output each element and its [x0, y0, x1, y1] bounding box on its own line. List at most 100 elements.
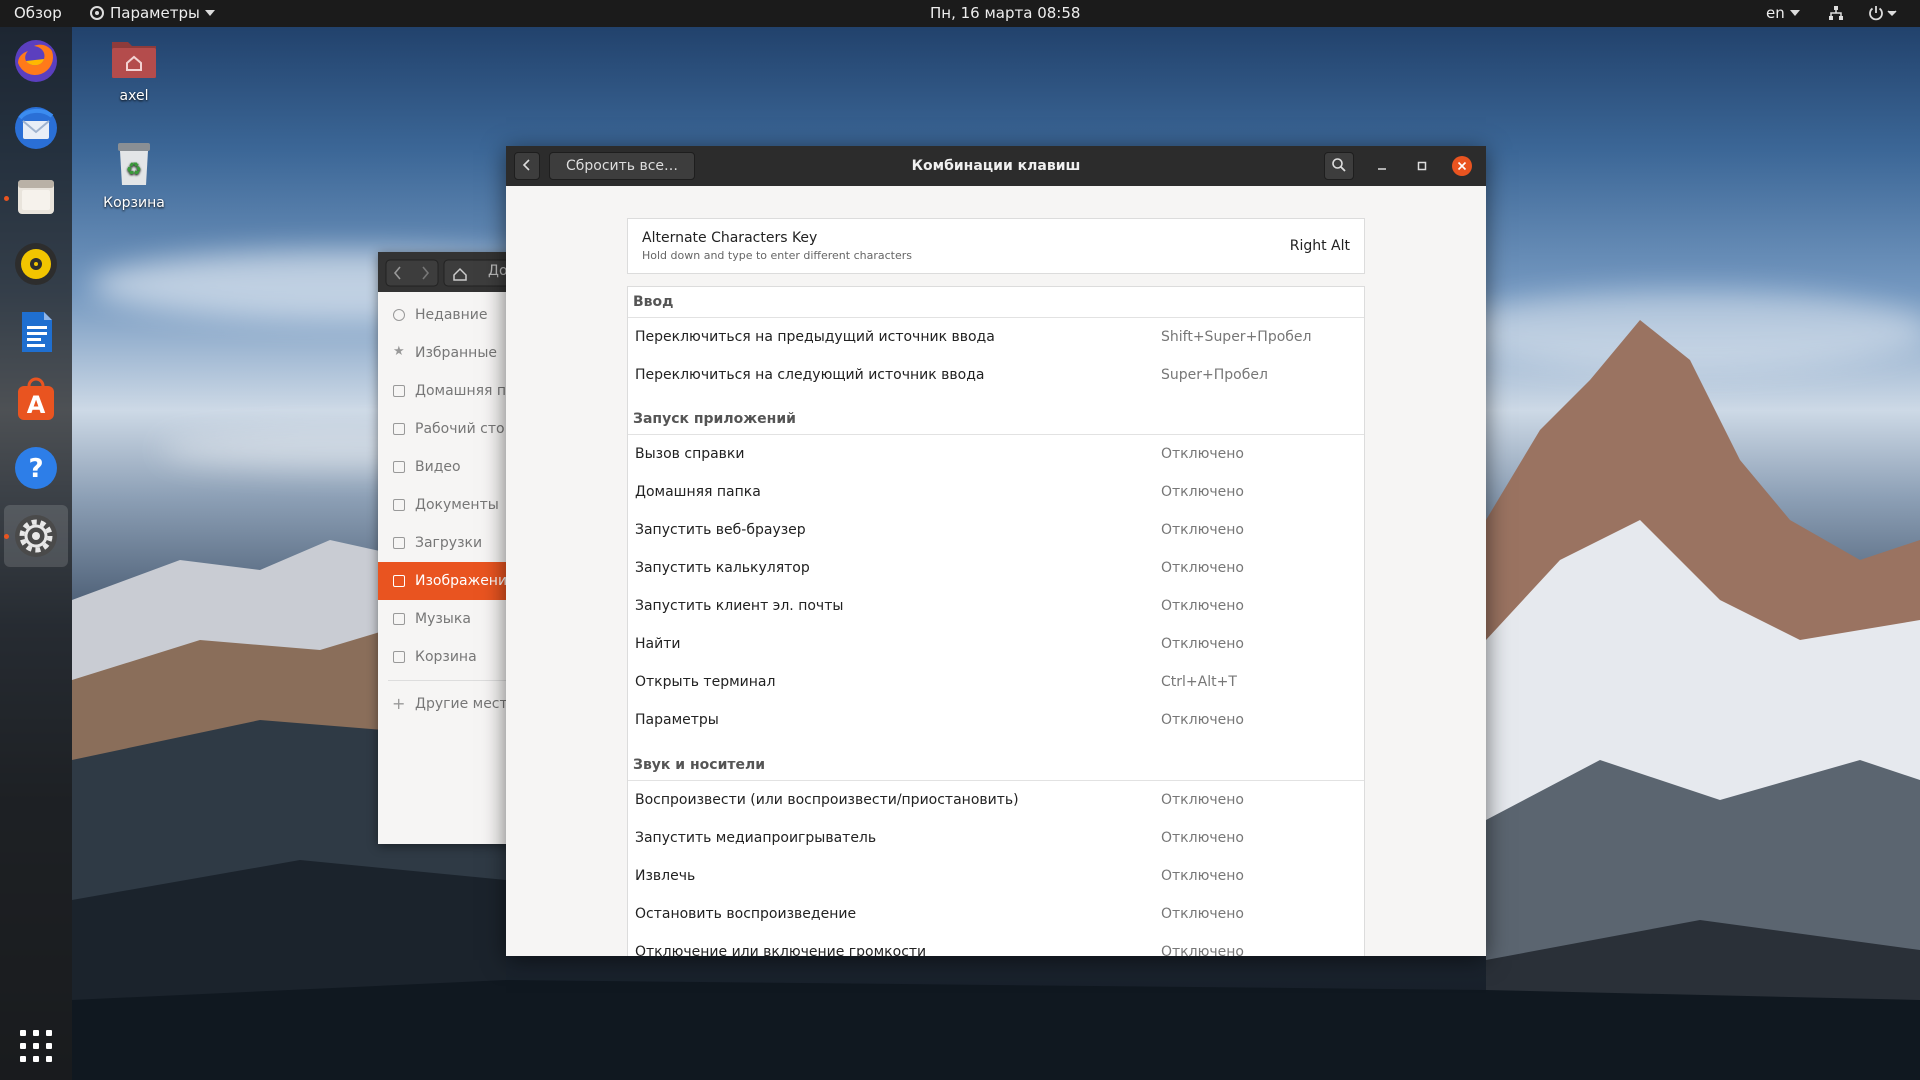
svg-text:♻: ♻	[126, 159, 142, 180]
rhythmbox-icon[interactable]	[12, 240, 60, 288]
clock[interactable]: Пн, 16 марта 08:58	[930, 0, 1080, 27]
shortcut-row[interactable]: Запустить калькулятор Отключено	[628, 549, 1364, 587]
shortcut-key: Ctrl+Alt+T	[1161, 674, 1237, 690]
shortcut-name: Переключиться на предыдущий источник вво…	[635, 329, 995, 345]
maximize-icon	[1417, 161, 1427, 171]
files-sidebar-item[interactable]: Домашняя па	[378, 372, 518, 410]
shortcut-row[interactable]: Воспроизвести (или воспроизвести/приоста…	[628, 781, 1364, 819]
shortcut-name: Извлечь	[635, 868, 696, 884]
files-sidebar-label: Видео	[415, 459, 461, 475]
shortcut-row[interactable]: Запустить медиапроигрыватель Отключено	[628, 819, 1364, 857]
shortcut-name: Запустить веб-браузер	[635, 522, 806, 538]
firefox-icon[interactable]	[12, 37, 60, 85]
files-sidebar-label: Недавние	[415, 307, 488, 323]
files-other-locations[interactable]: + Другие места	[378, 685, 518, 723]
shortcut-row[interactable]: Переключиться на следующий источник ввод…	[628, 356, 1364, 394]
shortcut-row[interactable]: Найти Отключено	[628, 625, 1364, 663]
shortcut-key: Отключено	[1161, 868, 1244, 884]
shortcut-row[interactable]: Остановить воспроизведение Отключено	[628, 895, 1364, 933]
section-title-launchers: Запуск приложений	[633, 411, 796, 427]
shortcut-name: Открыть терминал	[635, 674, 776, 690]
language-indicator[interactable]: en	[1766, 0, 1800, 27]
shortcut-name: Отключение или включение громкости	[635, 944, 927, 956]
shortcut-name: Найти	[635, 636, 681, 652]
top-bar: Обзор Параметры Пн, 16 марта 08:58 en	[0, 0, 1920, 27]
files-window: До Недавние ★ Избранные Домашняя па Рабоч…	[378, 252, 518, 844]
files-sidebar-item[interactable]: ★ Избранные	[378, 334, 518, 372]
files-sidebar-item[interactable]: Документы	[378, 486, 518, 524]
settings-gear-icon	[90, 6, 104, 20]
desktop-home-folder[interactable]: axel	[89, 36, 179, 104]
files-sidebar-item[interactable]: Музыка	[378, 600, 518, 638]
shortcut-row[interactable]: Запустить веб-браузер Отключено	[628, 511, 1364, 549]
files-sidebar-label: Музыка	[415, 611, 471, 627]
desktop-trash[interactable]: ♻ Корзина	[89, 141, 179, 211]
files-other-label: Другие места	[415, 696, 517, 712]
shortcut-key: Отключено	[1161, 906, 1244, 922]
shortcut-key: Отключено	[1161, 522, 1244, 538]
files-sidebar-item[interactable]: Недавние	[378, 296, 518, 334]
language-label: en	[1766, 4, 1785, 22]
shortcut-key: Отключено	[1161, 792, 1244, 808]
files-header: До	[378, 252, 518, 292]
shortcut-row[interactable]: Запустить клиент эл. почты Отключено	[628, 587, 1364, 625]
shortcut-name: Запустить калькулятор	[635, 560, 810, 576]
shortcut-row[interactable]: Домашняя папка Отключено	[628, 473, 1364, 511]
shortcut-key: Super+Пробел	[1161, 367, 1268, 383]
thunderbird-icon[interactable]	[12, 104, 60, 152]
shortcut-name: Запустить медиапроигрыватель	[635, 830, 877, 846]
shortcuts-list: Ввод Переключиться на предыдущий источни…	[627, 286, 1365, 956]
alternate-characters-subtitle: Hold down and type to enter different ch…	[642, 249, 912, 262]
desktop-icon	[393, 423, 405, 435]
app-grid-icon[interactable]	[20, 1030, 52, 1062]
activities-button[interactable]: Обзор	[14, 0, 62, 27]
app-menu-label: Параметры	[110, 4, 200, 22]
files-icon[interactable]	[12, 172, 60, 220]
music-icon	[393, 613, 405, 625]
document-icon	[393, 499, 405, 511]
keyboard-shortcuts-window: Сбросить все… Комбинации клавиш Alternat…	[506, 146, 1486, 956]
shortcut-row[interactable]: Переключиться на предыдущий источник вво…	[628, 318, 1364, 356]
files-sidebar-item[interactable]: Корзина	[378, 638, 518, 676]
search-button[interactable]	[1324, 152, 1354, 180]
back-button[interactable]	[514, 152, 540, 180]
files-sidebar-item[interactable]: Рабочий сто	[378, 410, 518, 448]
settings-icon[interactable]	[12, 512, 60, 560]
shortcut-key: Отключено	[1161, 636, 1244, 652]
files-path-fragment[interactable]: До	[488, 263, 508, 279]
shortcut-row[interactable]: Извлечь Отключено	[628, 857, 1364, 895]
download-icon	[393, 537, 405, 549]
software-icon[interactable]: A	[12, 376, 60, 424]
search-icon	[1332, 158, 1346, 172]
writer-icon[interactable]	[12, 308, 60, 356]
app-menu-button[interactable]: Параметры	[90, 0, 215, 27]
files-sidebar-item[interactable]: Видео	[378, 448, 518, 486]
shortcut-row[interactable]: Вызов справки Отключено	[628, 435, 1364, 473]
home-folder-icon	[112, 42, 156, 78]
clock-icon	[393, 309, 405, 321]
files-sidebar-item[interactable]: Загрузки	[378, 524, 518, 562]
shortcut-name: Домашняя папка	[635, 484, 761, 500]
shortcut-row[interactable]: Отключение или включение громкости Отключ…	[628, 933, 1364, 956]
power-icon[interactable]	[1868, 0, 1898, 27]
shortcut-row[interactable]: Параметры Отключено	[628, 701, 1364, 739]
home-icon	[393, 385, 405, 397]
close-button[interactable]	[1452, 156, 1472, 176]
reset-all-button[interactable]: Сбросить все…	[549, 152, 695, 180]
star-icon: ★	[393, 344, 405, 359]
maximize-button[interactable]	[1412, 156, 1432, 176]
shortcut-row[interactable]: Открыть терминал Ctrl+Alt+T	[628, 663, 1364, 701]
help-icon[interactable]: ?	[12, 444, 60, 492]
shortcut-name: Вызов справки	[635, 446, 745, 462]
files-sidebar-label: Рабочий сто	[415, 421, 505, 437]
files-sidebar-item-selected[interactable]: Изображени	[378, 562, 518, 600]
close-icon	[1457, 161, 1467, 171]
alternate-characters-row[interactable]: Alternate Characters Key Hold down and t…	[627, 218, 1365, 274]
shortcut-key: Отключено	[1161, 944, 1244, 956]
image-icon	[393, 575, 405, 587]
files-sidebar-label: Документы	[415, 497, 499, 513]
section-title-input: Ввод	[633, 294, 674, 310]
minimize-button[interactable]	[1372, 156, 1392, 176]
network-icon[interactable]	[1828, 0, 1844, 27]
files-sidebar-label: Корзина	[415, 649, 477, 665]
